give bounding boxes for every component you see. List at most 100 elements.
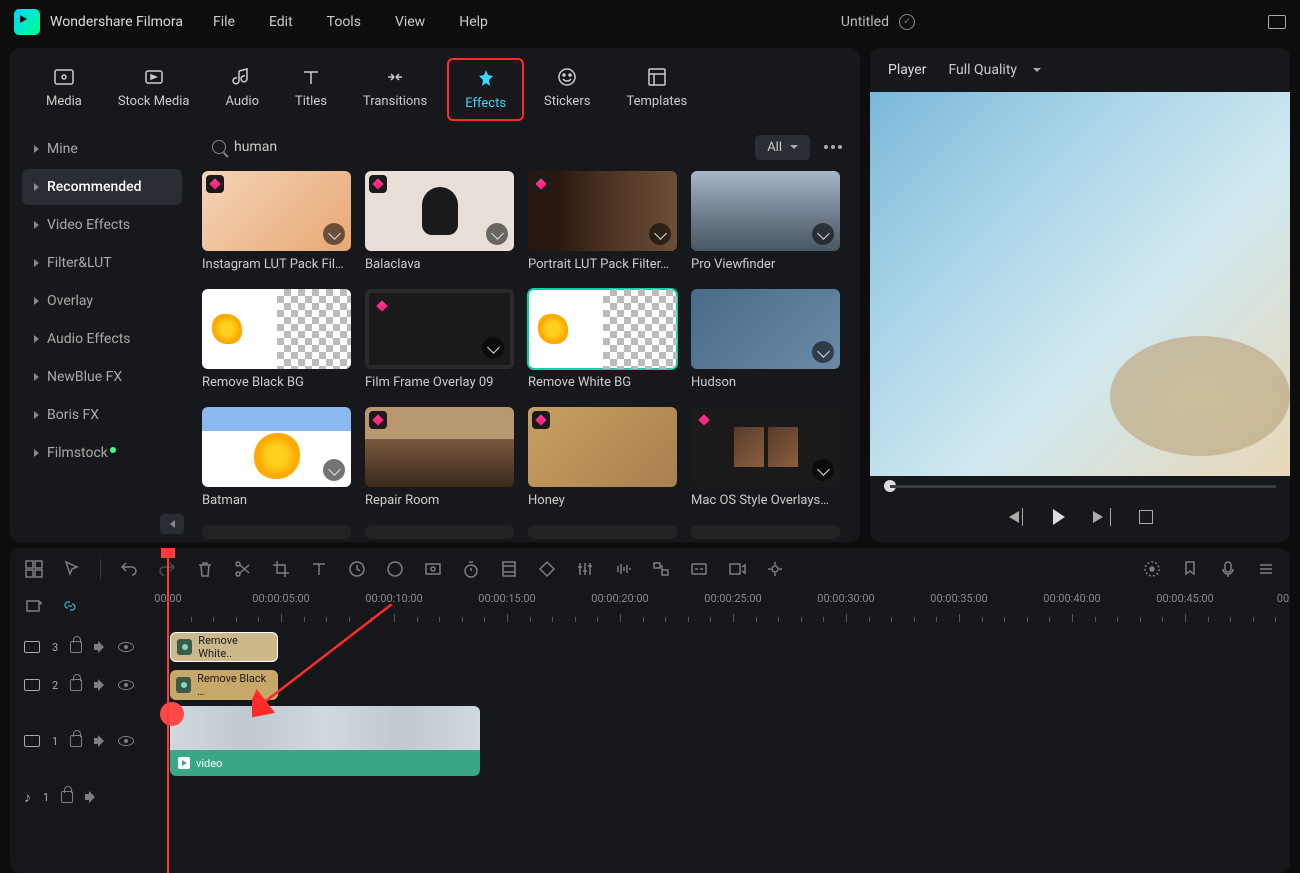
search-box[interactable] [202,133,745,161]
lock-icon[interactable] [70,735,82,747]
effect-thumbnail[interactable] [528,171,677,251]
tab-templates[interactable]: Templates [610,58,703,121]
player-preview[interactable] [870,92,1290,476]
effect-thumbnail[interactable] [365,407,514,487]
render-preview-button[interactable] [1142,559,1162,579]
audio-mix-button[interactable] [613,559,633,579]
effect-item[interactable]: Remove Black BG [202,289,351,393]
effect-thumbnail[interactable] [691,407,840,487]
sidebar-item-audioeffects[interactable]: Audio Effects [22,321,182,357]
tab-audio[interactable]: Audio [210,58,275,121]
effect-item[interactable]: Film Frame Overlay 09 [365,289,514,393]
timeline-track[interactable]: 2Remove Black … [10,666,1290,704]
play-button[interactable] [1049,508,1067,526]
color-button[interactable] [385,559,405,579]
sidebar-item-recommended[interactable]: Recommended [22,169,182,205]
visibility-icon[interactable] [118,642,134,652]
keyframe-diamond-button[interactable] [537,559,557,579]
sidebar-item-filmstock[interactable]: Filmstock [22,435,182,471]
effect-item[interactable]: Mac OS Style Overlays… [691,407,840,511]
effect-thumbnail[interactable] [691,289,840,369]
voiceover-button[interactable] [1218,559,1238,579]
search-input[interactable] [234,139,735,155]
sidebar-item-videoeffects[interactable]: Video Effects [22,207,182,243]
effect-item[interactable]: Instagram LUT Pack Fil… [202,171,351,275]
mute-icon[interactable] [94,641,106,653]
timeline-ruler[interactable]: 00:0000:00:05:0000:00:10:0000:00:15:0000… [110,590,1290,628]
next-frame-button[interactable] [1093,508,1111,526]
timeline-track[interactable]: 1video [10,704,1290,778]
stop-button[interactable] [1137,508,1155,526]
lock-icon[interactable] [70,641,82,653]
effect-thumbnail[interactable] [528,289,677,369]
adjust-button[interactable] [575,559,595,579]
tab-media[interactable]: Media [30,58,98,121]
display-icon[interactable] [1268,15,1286,29]
playhead[interactable] [167,548,169,873]
timeline-track[interactable]: ♪1 [10,778,1290,816]
sidebar-item-overlay[interactable]: Overlay [22,283,182,319]
effect-item[interactable]: Remove White BG [528,289,677,393]
quality-dropdown[interactable]: Full Quality [948,62,1041,78]
effect-thumbnail[interactable] [365,289,514,369]
mute-icon[interactable] [85,791,97,803]
lock-icon[interactable] [61,791,73,803]
tab-stock-media[interactable]: Stock Media [102,58,206,121]
tab-transitions[interactable]: Transitions [347,58,443,121]
prev-frame-button[interactable] [1005,508,1023,526]
visibility-icon[interactable] [118,736,134,746]
menu-tools[interactable]: Tools [327,14,361,30]
motion-track-button[interactable] [765,559,785,579]
effect-item[interactable]: Batman [202,407,351,511]
link-button[interactable] [60,596,80,616]
panel-layout-button[interactable] [24,559,44,579]
download-icon[interactable] [323,223,345,245]
cursor-tool-button[interactable] [62,559,82,579]
filter-dropdown[interactable]: All [755,135,810,160]
sidebar-collapse-button[interactable] [160,514,184,534]
menu-edit[interactable]: Edit [269,14,293,30]
menu-view[interactable]: View [395,14,425,30]
mute-icon[interactable] [94,735,106,747]
tab-stickers[interactable]: Stickers [528,58,606,121]
download-icon[interactable] [812,459,834,481]
effect-item[interactable]: Portrait LUT Pack Filter… [528,171,677,275]
effect-thumbnail[interactable] [202,289,351,369]
menu-file[interactable]: File [213,14,235,30]
delete-button[interactable] [195,559,215,579]
download-icon[interactable] [812,223,834,245]
download-icon[interactable] [812,341,834,363]
text-button[interactable] [309,559,329,579]
add-track-button[interactable] [24,596,44,616]
split-button[interactable] [233,559,253,579]
tab-titles[interactable]: Titles [279,58,343,121]
download-icon[interactable] [323,459,345,481]
sidebar-item-newbluefx[interactable]: NewBlue FX [22,359,182,395]
mixer-button[interactable] [1256,559,1276,579]
download-icon[interactable] [486,223,508,245]
menu-help[interactable]: Help [459,14,488,30]
effect-thumbnail[interactable] [365,171,514,251]
effect-thumbnail[interactable] [202,407,351,487]
effect-item[interactable]: Pro Viewfinder [691,171,840,275]
sidebar-item-borisfx[interactable]: Boris FX [22,397,182,433]
tab-effects[interactable]: Effects [447,58,524,121]
timeline-track[interactable]: 3Remove White.. [10,628,1290,666]
undo-button[interactable] [119,559,139,579]
sidebar-item-filterlut[interactable]: Filter&LUT [22,245,182,281]
lock-icon[interactable] [70,679,82,691]
effect-item[interactable]: Honey [528,407,677,511]
effect-clip[interactable]: Remove White.. [170,632,278,662]
effect-thumbnail[interactable] [202,171,351,251]
effect-clip[interactable]: Remove Black … [170,670,278,700]
sidebar-item-mine[interactable]: Mine [22,131,182,167]
marker-button[interactable] [1180,559,1200,579]
detach-audio-button[interactable] [651,559,671,579]
speed-button[interactable] [347,559,367,579]
effect-item[interactable]: Repair Room [365,407,514,511]
effect-item[interactable]: Balaclava [365,171,514,275]
duration-button[interactable] [461,559,481,579]
download-icon[interactable] [649,223,671,245]
download-icon[interactable] [482,337,504,359]
keyframe-button[interactable] [499,559,519,579]
